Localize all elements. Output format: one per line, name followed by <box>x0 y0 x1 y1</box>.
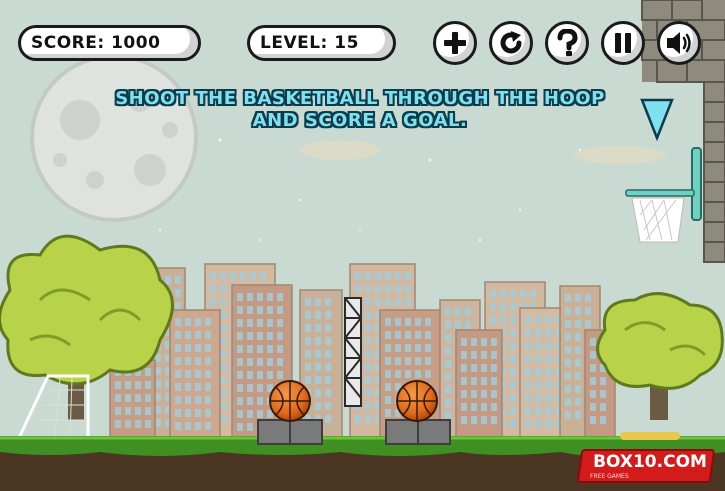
instructions-line-1: SHOOT THE BASKETBALL THROUGH THE HOOP <box>115 88 605 109</box>
score-label: SCORE: 1000 <box>31 33 161 53</box>
box10-logo-text: BOX10.COM <box>593 452 707 472</box>
speaker-icon <box>667 32 691 54</box>
basketball-1[interactable] <box>269 380 311 422</box>
moon <box>30 54 198 222</box>
basketball-2[interactable] <box>396 380 438 422</box>
restart-button[interactable] <box>489 21 533 65</box>
game-stage[interactable]: SCORE: 1000 LEVEL: 15 SHOOT THE BASKETBA… <box>0 0 725 491</box>
scaffold-tower <box>344 297 362 407</box>
sound-button[interactable] <box>657 21 701 65</box>
level-label: LEVEL: 15 <box>260 33 359 53</box>
plus-icon <box>444 32 466 54</box>
restart-icon <box>500 31 522 54</box>
level-display: LEVEL: 15 <box>247 25 396 61</box>
more-games-button[interactable] <box>433 21 477 65</box>
instructions-line-2: AND SCORE A GOAL. <box>252 110 468 131</box>
question-icon <box>557 29 578 56</box>
score-display: SCORE: 1000 <box>18 25 201 61</box>
pause-button[interactable] <box>601 21 645 65</box>
game-scene <box>0 0 725 491</box>
box10-logo-subtext: FREE GAMES <box>590 473 629 480</box>
help-button[interactable] <box>545 21 589 65</box>
instructions-text: SHOOT THE BASKETBALL THROUGH THE HOOP AN… <box>100 88 620 132</box>
yellow-flowers <box>620 432 680 440</box>
pause-icon <box>615 33 631 53</box>
